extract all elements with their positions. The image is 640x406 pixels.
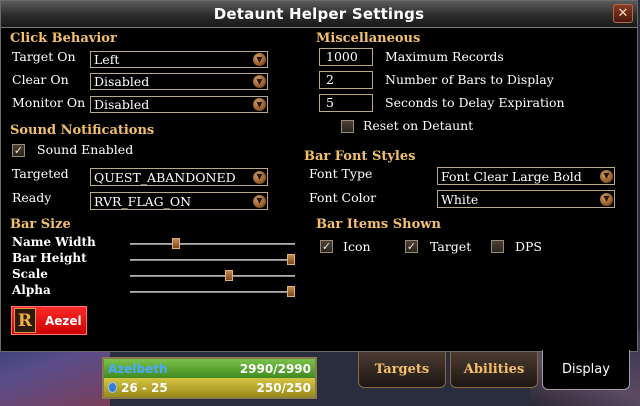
health-value: 2990/2990 xyxy=(239,361,311,376)
checkmark-icon: ✓ xyxy=(321,240,332,253)
tab-display-label: Display xyxy=(562,362,610,377)
slider-thumb[interactable] xyxy=(287,286,295,297)
rank-icon: R xyxy=(14,308,36,333)
sound-notifications-title: Sound Notifications xyxy=(10,123,155,138)
checkmark-icon: ✓ xyxy=(13,144,24,157)
bar-font-styles-title: Bar Font Styles xyxy=(304,149,416,164)
target-on-value: Left xyxy=(94,52,120,67)
level-range: 26 - 25 xyxy=(121,380,168,395)
player-name: Aezel xyxy=(45,313,82,328)
player-nameplate: R Aezel xyxy=(11,306,87,335)
name-width-label: Name Width xyxy=(12,235,96,249)
tab-abilities[interactable]: Abilities xyxy=(450,352,538,388)
reset-on-detaunt-label: Reset on Detaunt xyxy=(363,118,474,133)
health-bar: Azelbeth 2990/2990 xyxy=(104,359,315,378)
dps-item-label: DPS xyxy=(515,239,542,254)
scale-slider[interactable] xyxy=(130,270,295,281)
icon-item-label: Icon xyxy=(343,239,371,254)
bars-to-display-input[interactable]: 2 xyxy=(319,71,373,89)
sound-enabled-checkbox[interactable]: ✓ xyxy=(12,144,25,157)
chevron-down-icon[interactable]: ▼ xyxy=(600,169,613,183)
target-checkbox[interactable]: ✓ xyxy=(405,240,418,253)
bar-size-title: Bar Size xyxy=(10,217,71,232)
unit-name: Azelbeth xyxy=(108,361,168,376)
action-points-bar: 26 - 25 250/250 xyxy=(104,378,315,397)
unit-frame[interactable]: Azelbeth 2990/2990 26 - 25 250/250 xyxy=(102,357,317,399)
targeted-sound-dropdown[interactable]: QUEST_ABANDONED ▼ xyxy=(90,168,268,186)
ready-sound-dropdown[interactable]: RVR_FLAG_ON ▼ xyxy=(90,192,268,210)
monitor-on-label: Monitor On xyxy=(12,95,86,110)
checkmark-icon: ✓ xyxy=(406,240,417,253)
close-button[interactable]: ✕ xyxy=(613,4,633,23)
alpha-slider[interactable] xyxy=(130,286,295,297)
level-icon xyxy=(108,382,117,393)
font-type-dropdown[interactable]: Font Clear Large Bold ▼ xyxy=(437,167,615,185)
font-color-dropdown[interactable]: White ▼ xyxy=(437,190,615,208)
monitor-on-dropdown[interactable]: Disabled ▼ xyxy=(90,96,268,113)
chevron-down-icon[interactable]: ▼ xyxy=(253,170,266,184)
sound-enabled-label: Sound Enabled xyxy=(37,142,134,157)
chevron-down-icon[interactable]: ▼ xyxy=(253,194,266,208)
dps-checkbox[interactable] xyxy=(491,240,504,253)
bar-items-shown-title: Bar Items Shown xyxy=(316,217,441,232)
tab-targets[interactable]: Targets xyxy=(358,352,446,388)
name-width-slider[interactable] xyxy=(130,238,295,249)
font-type-label: Font Type xyxy=(309,166,373,181)
alpha-label: Alpha xyxy=(12,283,51,297)
slider-thumb[interactable] xyxy=(172,238,181,249)
close-icon: ✕ xyxy=(617,6,629,21)
tab-abilities-label: Abilities xyxy=(463,362,525,377)
font-color-label: Font Color xyxy=(309,190,377,205)
miscellaneous-title: Miscellaneous xyxy=(316,31,421,46)
clear-on-dropdown[interactable]: Disabled ▼ xyxy=(90,73,268,90)
slider-thumb[interactable] xyxy=(225,270,233,281)
font-color-value: White xyxy=(441,191,479,207)
targeted-sound-value: QUEST_ABANDONED xyxy=(94,169,236,185)
bar-height-label: Bar Height xyxy=(12,251,87,265)
ready-sound-value: RVR_FLAG_ON xyxy=(94,193,192,209)
tab-display[interactable]: Display xyxy=(542,350,630,390)
delay-expiration-label: Seconds to Delay Expiration xyxy=(385,95,565,110)
target-on-label: Target On xyxy=(12,49,76,64)
font-type-value: Font Clear Large Bold xyxy=(441,168,582,184)
clear-on-label: Clear On xyxy=(12,72,69,87)
reset-on-detaunt-checkbox[interactable] xyxy=(341,120,354,133)
targeted-label: Targeted xyxy=(12,166,69,181)
target-item-label: Target xyxy=(430,239,472,254)
target-on-dropdown[interactable]: Left ▼ xyxy=(90,51,268,68)
monitor-on-value: Disabled xyxy=(94,97,150,112)
settings-window: Detaunt Helper Settings ✕ Click Behavior… xyxy=(0,0,638,352)
click-behavior-title: Click Behavior xyxy=(10,31,117,46)
scale-label: Scale xyxy=(12,267,48,281)
bars-to-display-label: Number of Bars to Display xyxy=(385,72,554,87)
chevron-down-icon[interactable]: ▼ xyxy=(253,53,266,66)
chevron-down-icon[interactable]: ▼ xyxy=(253,75,266,88)
action-points-value: 250/250 xyxy=(256,380,311,395)
window-title: Detaunt Helper Settings xyxy=(213,5,425,23)
bar-height-slider[interactable] xyxy=(130,254,295,265)
slider-thumb[interactable] xyxy=(287,254,295,265)
tab-targets-label: Targets xyxy=(374,362,430,377)
title-bar[interactable]: Detaunt Helper Settings ✕ xyxy=(1,1,637,28)
ready-label: Ready xyxy=(12,190,52,205)
clear-on-value: Disabled xyxy=(94,74,150,89)
chevron-down-icon[interactable]: ▼ xyxy=(253,98,266,111)
max-records-label: Maximum Records xyxy=(385,49,504,64)
max-records-input[interactable]: 1000 xyxy=(319,48,373,66)
icon-checkbox[interactable]: ✓ xyxy=(320,240,333,253)
delay-expiration-input[interactable]: 5 xyxy=(319,94,373,112)
chevron-down-icon[interactable]: ▼ xyxy=(600,192,613,206)
